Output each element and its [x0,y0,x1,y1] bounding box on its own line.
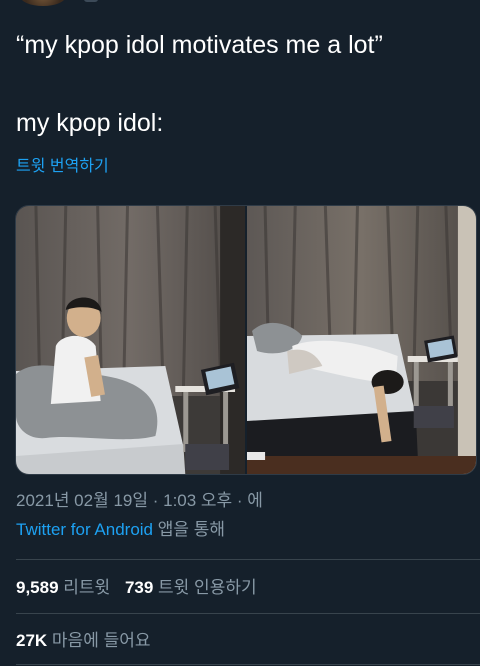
avatar[interactable] [20,0,66,6]
quotes-stat[interactable]: 739 트윗 인용하기 [125,578,257,597]
media-photo-right[interactable] [247,206,476,474]
tweet-source: Twitter for Android 앱을 통해 [16,519,225,541]
likes-count: 27K [16,631,48,650]
tweet-timestamp: 2021년 02월 19일 · 1:03 오후 · 에 [16,491,263,510]
media-grid [15,205,477,475]
quotes-count: 739 [124,578,154,597]
retweets-count: 9,589 [16,578,59,597]
source-suffix: 앱을 통해 [153,520,226,539]
photo-person-lying-on-bed [247,206,476,474]
retweets-label: 리트윗 [63,578,111,597]
divider-top [16,559,480,560]
source-app-link[interactable]: Twitter for Android [16,520,153,539]
retweets-stat[interactable]: 9,589 리트윗 [16,578,115,597]
tweet-text-line-2: my kpop idol: [16,109,164,137]
quotes-label: 트윗 인용하기 [158,578,257,597]
likes-label: 마음에 들어요 [51,631,151,650]
translate-tweet-link[interactable]: 트윗 번역하기 [16,156,109,178]
stats-row: 9,589 리트윗 739 트윗 인용하기 [16,577,267,599]
author-name-fragment[interactable] [84,0,98,2]
likes-stat[interactable]: 27K 마음에 들어요 [16,631,151,650]
tweet-text-line-1: “my kpop idol motivates me a lot” [16,31,383,59]
divider-bottom [16,664,480,665]
photo-person-sitting-on-bed [16,206,245,474]
media-photo-left[interactable] [16,206,245,474]
divider-middle [16,613,480,614]
likes-row: 27K 마음에 들어요 [16,630,161,652]
